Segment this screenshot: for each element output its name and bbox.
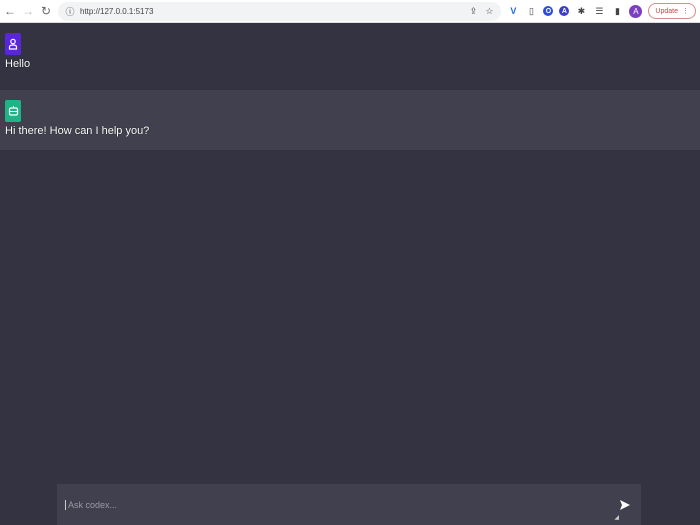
reload-icon[interactable]: ↻ — [40, 4, 52, 18]
profile-avatar[interactable]: A — [629, 4, 643, 18]
share-icon[interactable]: ⇪ — [467, 6, 479, 17]
menu-icon: ⋮ — [682, 8, 689, 15]
chat-input-bar: ◢ — [57, 484, 641, 525]
send-icon — [620, 499, 630, 510]
extension-v-icon[interactable]: V — [507, 6, 519, 16]
message-text: Hi there! How can I help you? — [5, 125, 150, 137]
site-info-icon[interactable]: ⓘ — [64, 5, 76, 18]
extension-o-icon[interactable]: O — [543, 6, 554, 16]
clipboard-icon[interactable]: ▯ — [525, 6, 537, 17]
forward-icon[interactable]: → — [22, 4, 34, 18]
puzzle-icon[interactable]: ✱ — [575, 6, 587, 17]
message-text: Hello — [5, 58, 31, 70]
browser-toolbar: ← → ↻ ⓘ http://127.0.0.1:5173 ⇪ ☆ V ▯ O … — [0, 0, 700, 23]
resize-handle-icon[interactable]: ◢ — [614, 514, 619, 521]
side-panel-icon[interactable]: ▮ — [611, 6, 623, 17]
reading-list-icon[interactable]: ☰ — [593, 6, 605, 17]
chat-message-bot: Hi there! How can I help you? — [0, 90, 700, 150]
extension-a-icon[interactable]: A — [559, 6, 570, 16]
user-avatar-icon — [5, 33, 21, 55]
update-button[interactable]: Update ⋮ — [648, 3, 696, 19]
star-icon[interactable]: ☆ — [483, 6, 495, 17]
url-text: http://127.0.0.1:5173 — [80, 6, 154, 16]
chat-message-user: Hello — [0, 23, 700, 90]
bot-avatar-icon — [5, 100, 21, 122]
send-button[interactable] — [617, 497, 633, 513]
address-bar[interactable]: ⓘ http://127.0.0.1:5173 ⇪ ☆ — [58, 1, 502, 21]
back-icon[interactable]: ← — [4, 4, 16, 18]
update-label: Update — [655, 7, 678, 15]
ask-input[interactable] — [65, 499, 617, 510]
